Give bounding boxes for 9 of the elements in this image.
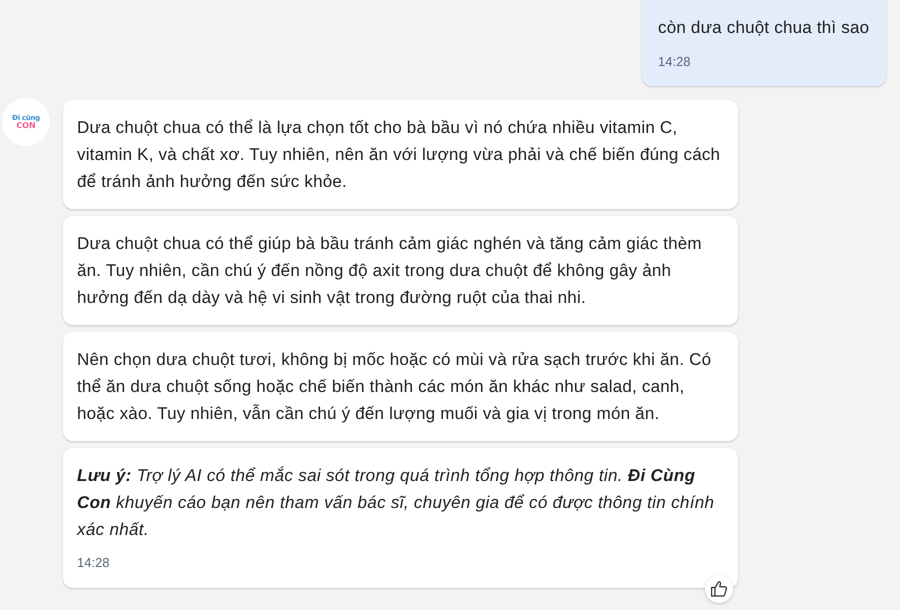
thumbs-up-icon [711,581,727,597]
like-button[interactable] [705,575,733,603]
answer-text: Nên chọn dưa chuột tươi, không bị mốc hoặc có mùi và rửa sạch trước khi ăn. Có thể ăn dưa chuột sống hoặc chế biến thành các món ăn khác như salad, canh, hoặc xào. Tuy nhiên, vẫn cần chú ý đến lượng muối và gia vị trong món ăn. [77,349,712,425]
answer-text: Dưa chuột chua có thể là lựa chọn tốt cho bà bầu vì nó chứa nhiều vitamin C, vitamin K, và chất xơ. Tuy nhiên, nên ăn với lượng vừa phải và chế biến đúng cách để tránh ảnh hưởng đến sức khỏe. [77,117,722,193]
message-time: 14:28 [77,554,111,572]
answer-text: Dưa chuột chua có thể giúp bà bầu tránh cảm giác nghén và tăng cảm giác thèm ăn. Tuy nhiên, cần chú ý đến nồng độ axit trong dưa chuột để không gây ảnh hưởng đến dạ dày và hệ vi sinh vật trong đường ruột của thai nhi. [77,233,703,309]
disclaimer-text: Lưu ý: Trợ lý AI có thể mắc sai sót trong quá trình tổng hợp thông tin. Đi Cùng Con khuyến cáo bạn nên tham vấn bác sĩ, chuyên gia để có được thông tin chính xác nhất. [77,465,716,541]
user-message-text: còn dưa chuột chua thì sao [658,17,870,39]
message-time: 14:28 [658,53,692,71]
